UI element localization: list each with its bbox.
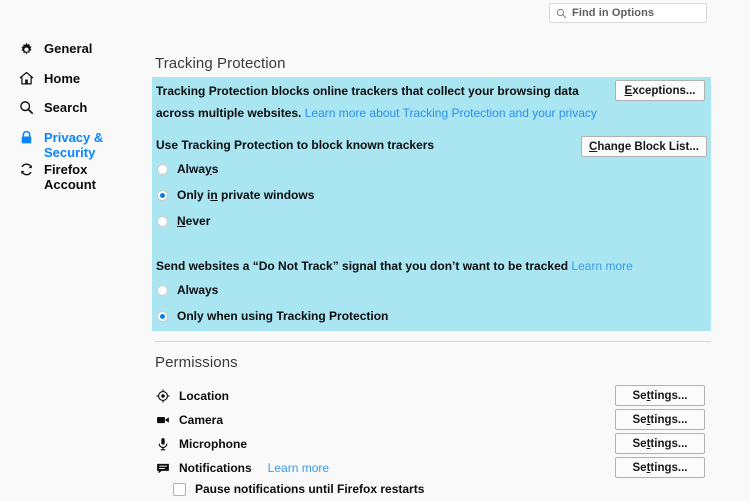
radio-indicator (157, 189, 168, 201)
radio-label: Only in private windows (177, 188, 315, 202)
permission-label: Location (179, 388, 229, 403)
sidebar-item-label: Home (44, 71, 81, 86)
search-placeholder: Find in Options (572, 7, 655, 19)
permissions-heading: Permissions (155, 354, 238, 371)
tracking-description-line2-text: across multiple websites. (156, 106, 302, 120)
radio-tracking-private-windows[interactable]: Only in private windows (157, 188, 314, 202)
microphone-settings-button[interactable]: Se t tings... (615, 433, 705, 454)
radio-label: Always (177, 283, 219, 297)
permission-row-microphone: Microphone (155, 436, 247, 451)
tracking-protection-heading: Tracking Protection (155, 55, 286, 72)
permission-row-camera: Camera (155, 412, 223, 427)
search-icon (18, 99, 35, 116)
sync-icon (18, 161, 35, 178)
sidebar-item-home[interactable]: Home (18, 71, 80, 87)
radio-indicator (157, 310, 168, 322)
permission-label: Camera (179, 412, 224, 427)
location-icon (155, 388, 170, 403)
camera-icon (155, 412, 170, 427)
sidebar-item-label: General (44, 41, 93, 56)
sidebar-item-label: Search (44, 100, 88, 115)
sidebar-item-privacy-security[interactable]: Privacy & Security (18, 130, 103, 160)
radio-label: Never (177, 214, 211, 228)
do-not-track-learn-more-link[interactable]: Learn more (571, 259, 632, 273)
permission-label: Notifications (179, 460, 252, 475)
notification-icon (155, 460, 170, 475)
sidebar-item-search[interactable]: Search (18, 100, 87, 116)
tracking-description-line1: Tracking Protection blocks online tracke… (156, 84, 579, 98)
radio-indicator (157, 284, 168, 296)
pause-notifications-checkbox-row[interactable]: Pause notifications until Firefox restar… (173, 482, 424, 496)
sidebar-item-label: Privacy & Security (44, 130, 104, 160)
sidebar-item-general[interactable]: General (18, 41, 92, 57)
location-settings-button[interactable]: Se t tings... (615, 385, 705, 406)
microphone-icon (155, 436, 170, 451)
sidebar-item-label: Firefox Account (44, 162, 96, 192)
search-icon (556, 8, 567, 19)
permission-label: Microphone (179, 436, 247, 451)
gear-icon (18, 40, 35, 57)
permission-row-notifications: Notifications Learn more (155, 460, 329, 475)
radio-dnt-always[interactable]: Always (157, 283, 218, 297)
home-icon (18, 70, 35, 87)
do-not-track-text: Send websites a “Do Not Track” signal th… (156, 259, 569, 273)
radio-label: Only when using Tracking Protection (177, 309, 389, 323)
radio-indicator (157, 163, 168, 175)
tracking-learn-more-link[interactable]: Learn more about Tracking Protection and… (305, 106, 597, 120)
radio-tracking-never[interactable]: Never (157, 214, 210, 228)
tracking-description-line2: across multiple websites. Learn more abo… (156, 106, 597, 120)
radio-dnt-only-with-tracking-protection[interactable]: Only when using Tracking Protection (157, 309, 388, 323)
exceptions-button-accesskey: E (624, 84, 633, 97)
pause-notifications-checkbox[interactable] (173, 482, 186, 496)
radio-label: Always (177, 162, 219, 176)
sidebar-item-firefox-account[interactable]: Firefox Account (18, 162, 96, 192)
camera-settings-button[interactable]: Se t tings... (615, 409, 705, 430)
permission-row-location: Location (155, 388, 229, 403)
radio-indicator (157, 215, 168, 227)
change-block-list-button[interactable]: Change Block List... (581, 136, 707, 157)
exceptions-button[interactable]: Exceptions... (615, 80, 705, 101)
lock-icon (18, 129, 35, 146)
notifications-settings-button[interactable]: Se t tings... (615, 457, 705, 478)
do-not-track-label: Send websites a “Do Not Track” signal th… (156, 259, 633, 273)
options-page: Find in Options General Home Search Priv… (0, 0, 750, 501)
block-known-trackers-label: Use Tracking Protection to block known t… (156, 138, 435, 152)
notifications-learn-more-link[interactable]: Learn more (268, 461, 329, 475)
exceptions-button-label: xceptions... (632, 84, 696, 97)
change-block-list-accesskey: C (589, 140, 598, 153)
radio-tracking-always[interactable]: Always (157, 162, 218, 176)
search-input[interactable]: Find in Options (549, 3, 707, 23)
sidebar: General Home Search Privacy & Security F… (0, 0, 150, 501)
section-divider (155, 341, 711, 342)
change-block-list-label: hange Block List... (597, 140, 699, 153)
pause-notifications-label: Pause notifications until Firefox restar… (195, 482, 425, 496)
